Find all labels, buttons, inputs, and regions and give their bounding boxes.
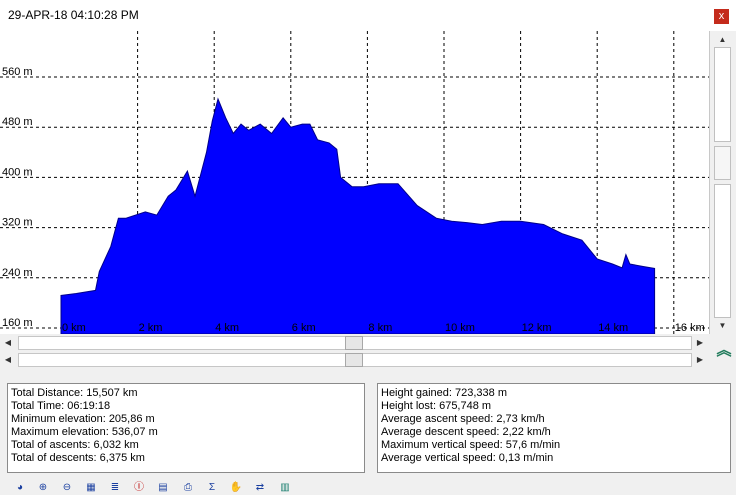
document-icon[interactable]: ▤ [155,480,171,495]
distance-stats-panel: Total Distance: 15,507 km Total Time: 06… [7,383,365,473]
scroll-up-arrow-icon[interactable]: ▲ [714,33,731,47]
x-tick-label: 4 km [215,322,239,334]
bottom-toolbar: ◕ ⊕ ⊖ ▦ ≣ Ⓘ ▤ ⎙ Σ ✋ ⇄ ▥ [0,478,736,495]
y-tick-label: 400 m [2,166,33,178]
y-tick-label: 560 m [2,66,33,78]
elevation-chart: 160 m 240 m 320 m 400 m 480 m 560 m 0 km 2 km 4 … [0,31,709,335]
horizontal-scrollbar-1[interactable]: ◀ ▶ [0,335,709,351]
hand-icon[interactable]: ✋ [228,480,244,495]
close-button[interactable]: x [714,9,729,24]
x-tick-label: 6 km [292,322,316,334]
print-icon[interactable]: ⎙ [180,480,196,495]
stat-line: Minimum elevation: 205,86 m [11,413,155,426]
x-tick-label: 16 km [675,322,705,334]
horizontal-scroll-thumb[interactable] [345,353,363,367]
x-tick-label: 8 km [368,322,392,334]
stat-line: Maximum elevation: 536,07 m [11,426,158,439]
globe-icon[interactable]: ◕ [12,480,28,495]
stat-line: Total of ascents: 6,032 km [11,439,139,452]
stat-line: Maximum vertical speed: 57,6 m/min [381,439,561,452]
vertical-scroll-thumb[interactable] [714,146,731,180]
find-icon[interactable]: Ⓘ [131,480,147,495]
y-tick-label: 480 m [2,116,33,128]
horizontal-scroll-thumb[interactable] [345,336,363,350]
x-tick-label: 14 km [598,322,628,334]
zoom-out-icon[interactable]: ⊖ [59,480,75,495]
scroll-right-arrow-icon[interactable]: ▶ [692,352,708,368]
vertical-scroll-track-top[interactable] [714,47,731,142]
window-title: 29-APR-18 04:10:28 PM [8,8,139,22]
vertical-scroll-track-bottom[interactable] [714,184,731,318]
elevation-area [60,97,656,335]
export-icon[interactable]: ▥ [277,480,293,495]
stat-line: Average ascent speed: 2,73 km/h [381,413,545,426]
stat-line: Total Distance: 15,507 km [11,387,138,399]
scroll-left-arrow-icon[interactable]: ◀ [0,335,16,351]
stat-line: Height gained: 723,338 m [381,387,507,399]
x-tick-label: 12 km [522,322,552,334]
stat-line: Average vertical speed: 0,13 m/min [381,452,554,465]
y-tick-label: 320 m [2,217,33,229]
x-tick-label: 10 km [445,322,475,334]
stat-line: Total of descents: 6,375 km [11,452,145,465]
vertical-scrollbar[interactable]: ▲ ▼ [709,31,736,334]
elevation-profile-plot: 160 m 240 m 320 m 400 m 480 m 560 m 0 km 2 km 4 … [0,31,709,335]
stat-line: Total Time: 06:19:18 [11,400,111,413]
stat-line: Average descent speed: 2,22 km/h [381,426,551,439]
expand-chevron-icon[interactable]: ︽ [714,339,734,365]
x-tick-label: 0 km [62,322,86,334]
stat-line: Height lost: 675,748 m [381,400,492,413]
swap-icon[interactable]: ⇄ [252,480,268,495]
y-tick-label: 160 m [2,317,33,329]
scroll-down-arrow-icon[interactable]: ▼ [714,319,731,333]
zoom-in-icon[interactable]: ⊕ [35,480,51,495]
grid-icon[interactable]: ▦ [83,480,99,495]
title-bar: 29-APR-18 04:10:28 PM x [0,0,736,31]
settings-list-icon[interactable]: ≣ [107,480,123,495]
sigma-icon[interactable]: Σ [204,480,220,495]
scroll-left-arrow-icon[interactable]: ◀ [0,352,16,368]
horizontal-scrollbar-2[interactable]: ◀ ▶ [0,352,709,368]
scroll-right-arrow-icon[interactable]: ▶ [692,335,708,351]
height-stats-panel: Height gained: 723,338 m Height lost: 67… [377,383,731,473]
x-tick-label: 2 km [139,322,163,334]
y-tick-label: 240 m [2,267,33,279]
